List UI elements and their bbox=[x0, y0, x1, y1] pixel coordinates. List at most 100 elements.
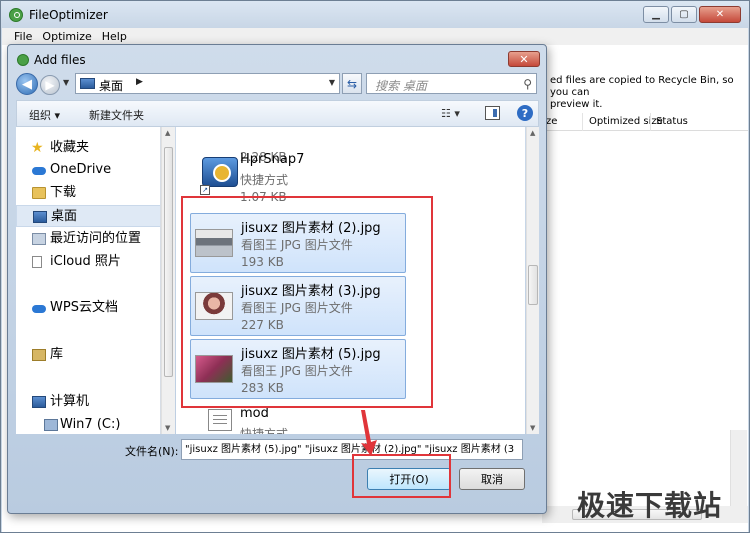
wps-cloud-icon bbox=[32, 305, 46, 313]
nav-item-computer[interactable]: 计算机 bbox=[16, 391, 160, 413]
shortcut-arrow-icon: ↗ bbox=[200, 185, 210, 195]
info-text: ed files are copied to Recycle Bin, so y… bbox=[550, 75, 748, 111]
favorites-star-icon: ★ bbox=[31, 140, 44, 156]
dialog-toolbar: 组织 ▾ 新建文件夹 ☷ ▾ ? bbox=[16, 100, 539, 127]
file-name: HprSnap7 bbox=[240, 152, 305, 167]
scroll-up-icon[interactable]: ▲ bbox=[530, 129, 535, 137]
column-size[interactable]: ze bbox=[546, 116, 557, 127]
dialog-close-button[interactable]: ✕ bbox=[508, 51, 540, 67]
dialog-app-icon bbox=[17, 54, 29, 66]
nav-item-downloads[interactable]: 下载 bbox=[16, 182, 160, 204]
file-list-scrollbar[interactable]: ▲ ▼ bbox=[526, 127, 539, 434]
downloads-folder-icon bbox=[32, 187, 46, 199]
image-thumbnail-icon bbox=[195, 292, 233, 320]
nav-item-desktop[interactable]: 桌面 bbox=[16, 205, 160, 227]
nav-item-wps-cloud[interactable]: WPS云文档 bbox=[16, 297, 160, 319]
nav-item-recent-places[interactable]: 最近访问的位置 bbox=[16, 228, 160, 250]
window-controls: ▁ ▢ ✕ bbox=[643, 6, 741, 23]
open-button[interactable]: 打开(O) bbox=[367, 468, 451, 490]
breadcrumb-chevron-icon[interactable]: ▶ bbox=[136, 77, 143, 87]
file-list-scroll-thumb[interactable] bbox=[528, 265, 538, 305]
nav-item-label: OneDrive bbox=[50, 162, 112, 177]
nav-scroll-thumb[interactable] bbox=[164, 147, 173, 377]
nav-item-label: 桌面 bbox=[51, 209, 78, 224]
file-size: 283 KB bbox=[241, 381, 284, 395]
filename-value: "jisuxz 图片素材 (5).jpg" "jisuxz 图片素材 (2).j… bbox=[185, 444, 515, 455]
file-item-jisuxz-2[interactable]: jisuxz 图片素材 (2).jpg 看图王 JPG 图片文件 193 KB bbox=[190, 213, 406, 273]
main-menubar: File Optimize Help bbox=[2, 28, 748, 45]
add-files-dialog: Add files ✕ ◀ ▶ ▼ 桌面 ▶ ▼ ⇆ 搜索 桌面 ⚲ 组织 ▾ … bbox=[7, 44, 547, 514]
file-item-jisuxz-5[interactable]: jisuxz 图片素材 (5).jpg 看图王 JPG 图片文件 283 KB bbox=[190, 339, 406, 399]
file-item-hprsnap7[interactable]: ↗ HprSnap7 快捷方式 1.07 KB bbox=[190, 149, 406, 209]
refresh-button[interactable]: ⇆ bbox=[342, 73, 362, 94]
drive-icon bbox=[44, 419, 58, 431]
close-button[interactable]: ✕ bbox=[699, 6, 741, 23]
hprsnap-camera-icon bbox=[202, 157, 238, 187]
nav-item-label: 收藏夹 bbox=[50, 140, 90, 155]
desktop-icon bbox=[33, 211, 47, 223]
document-shortcut-icon bbox=[208, 409, 232, 431]
menu-help[interactable]: Help bbox=[102, 28, 127, 45]
app-logo-icon bbox=[9, 8, 23, 22]
scroll-down-icon[interactable]: ▼ bbox=[530, 424, 535, 432]
file-name: mod bbox=[240, 406, 269, 421]
menu-file[interactable]: File bbox=[14, 28, 32, 45]
nav-item-libraries[interactable]: 库 bbox=[16, 344, 160, 366]
image-thumbnail-icon bbox=[195, 355, 233, 383]
file-item-jisuxz-3[interactable]: jisuxz 图片素材 (3).jpg 看图王 JPG 图片文件 227 KB bbox=[190, 276, 406, 336]
file-size: 227 KB bbox=[241, 318, 284, 332]
address-location[interactable]: 桌面 bbox=[99, 77, 123, 94]
search-icon[interactable]: ⚲ bbox=[523, 77, 532, 91]
navigation-pane: ★ 收藏夹 OneDrive 下载 桌面 最近访问的位置 iCloud 照片 W… bbox=[16, 127, 161, 434]
file-type: 看图王 JPG 图片文件 bbox=[241, 364, 353, 378]
scroll-down-icon[interactable]: ▼ bbox=[165, 424, 170, 432]
nav-pane-scrollbar[interactable]: ▲ ▼ bbox=[161, 127, 175, 434]
info-line-2: preview it. bbox=[550, 99, 603, 110]
file-item-mod[interactable]: mod 快捷方式 bbox=[190, 403, 406, 434]
file-name: jisuxz 图片素材 (3).jpg bbox=[241, 284, 381, 299]
icloud-photos-icon bbox=[32, 256, 42, 268]
nav-item-drive-c[interactable]: Win7 (C:) bbox=[16, 414, 160, 434]
nav-item-icloud-photos[interactable]: iCloud 照片 bbox=[16, 251, 160, 273]
column-status[interactable]: Status bbox=[656, 116, 688, 127]
desktop-location-icon bbox=[80, 78, 95, 89]
maximize-button[interactable]: ▢ bbox=[671, 6, 697, 23]
recent-pages-dropdown-icon[interactable]: ▼ bbox=[63, 78, 69, 87]
address-bar[interactable]: 桌面 ▶ ▼ bbox=[75, 73, 340, 94]
nav-item-onedrive[interactable]: OneDrive bbox=[16, 159, 160, 181]
menu-optimize[interactable]: Optimize bbox=[42, 28, 91, 45]
nav-item-label: iCloud 照片 bbox=[50, 254, 121, 269]
cancel-button[interactable]: 取消 bbox=[459, 468, 525, 490]
search-placeholder: 搜索 桌面 bbox=[375, 79, 427, 93]
file-type: 看图王 JPG 图片文件 bbox=[241, 238, 353, 252]
main-window-title: FileOptimizer bbox=[29, 8, 108, 22]
file-type: 快捷方式 bbox=[240, 427, 289, 434]
scroll-up-icon[interactable]: ▲ bbox=[165, 129, 170, 137]
search-input[interactable]: 搜索 桌面 ⚲ bbox=[366, 73, 537, 94]
main-titlebar: FileOptimizer ▁ ▢ ✕ bbox=[1, 1, 749, 28]
minimize-button[interactable]: ▁ bbox=[643, 6, 669, 23]
forward-button[interactable]: ▶ bbox=[40, 75, 60, 95]
view-options-icon[interactable]: ☷ ▾ bbox=[441, 107, 460, 120]
watermark-logo: 极速下载站 bbox=[577, 489, 723, 522]
main-vertical-scrollbar[interactable] bbox=[730, 430, 747, 506]
address-dropdown-icon[interactable]: ▼ bbox=[329, 78, 335, 87]
preview-pane-icon[interactable] bbox=[485, 106, 500, 120]
nav-item-label: 库 bbox=[50, 347, 64, 362]
nav-item-label: 计算机 bbox=[50, 394, 90, 409]
column-optimized-size[interactable]: Optimized size bbox=[589, 116, 663, 127]
help-icon[interactable]: ? bbox=[517, 105, 533, 121]
file-name: jisuxz 图片素材 (2).jpg bbox=[241, 221, 381, 236]
nav-item-label: 下载 bbox=[50, 185, 77, 200]
computer-icon bbox=[32, 396, 46, 408]
back-button[interactable]: ◀ bbox=[16, 73, 38, 95]
file-name: jisuxz 图片素材 (5).jpg bbox=[241, 347, 381, 362]
new-folder-button[interactable]: 新建文件夹 bbox=[89, 107, 144, 123]
file-type: 快捷方式 bbox=[240, 173, 289, 187]
nav-item-label: WPS云文档 bbox=[50, 300, 118, 315]
filename-input[interactable]: "jisuxz 图片素材 (5).jpg" "jisuxz 图片素材 (2).j… bbox=[181, 439, 523, 460]
onedrive-cloud-icon bbox=[32, 167, 46, 175]
organize-button[interactable]: 组织 ▾ bbox=[29, 107, 60, 123]
nav-item-favorites[interactable]: ★ 收藏夹 bbox=[16, 137, 160, 159]
dialog-title: Add files bbox=[34, 53, 86, 67]
